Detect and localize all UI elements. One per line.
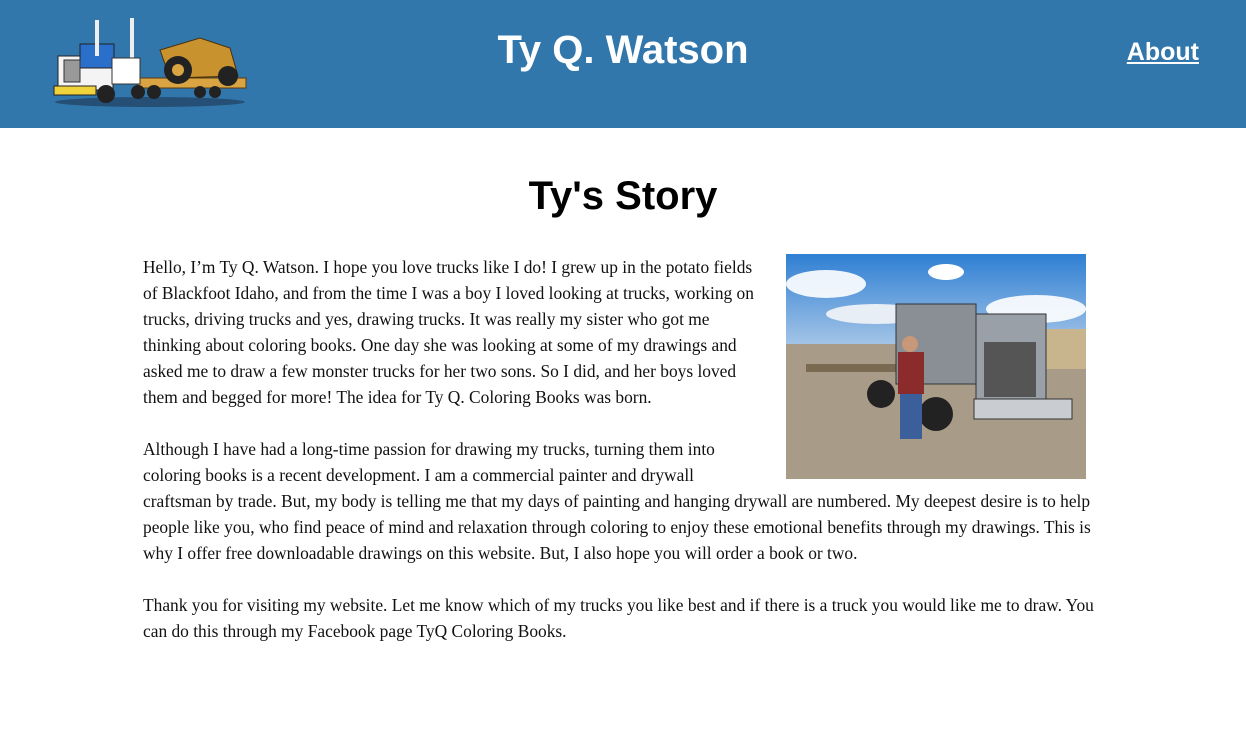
story-content: Hello, I’m Ty Q. Watson. I hope you love…: [143, 254, 1103, 670]
nav-about-link[interactable]: About: [1127, 38, 1199, 67]
main-content: Ty's Story: [143, 172, 1103, 254]
site-header: Ty Q. Watson About: [0, 0, 1246, 128]
story-paragraph-3: Thank you for visiting my website. Let m…: [143, 595, 1094, 641]
truck-photo: [786, 254, 1086, 479]
page-title: Ty's Story: [528, 174, 718, 218]
site-title: Ty Q. Watson: [497, 28, 749, 72]
